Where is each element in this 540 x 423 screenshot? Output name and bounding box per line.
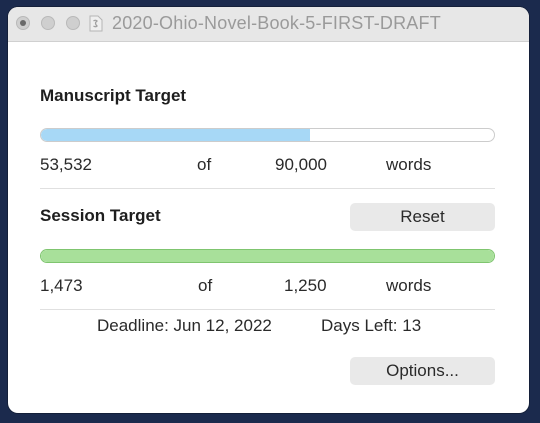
manuscript-target-count: 90,000	[275, 155, 327, 174]
options-button[interactable]: Options...	[350, 357, 495, 385]
window-title: 2020-Ohio-Novel-Book-5-FIRST-DRAFT	[112, 13, 441, 33]
manuscript-current-count: 53,532	[40, 155, 92, 174]
session-target-count: 1,250	[284, 276, 327, 295]
session-of-label: of	[198, 276, 213, 295]
project-targets-window: 2020-Ohio-Novel-Book-5-FIRST-DRAFT Manus…	[8, 7, 529, 413]
minimize-button[interactable]	[41, 16, 55, 30]
close-button[interactable]	[16, 16, 30, 30]
reset-button[interactable]: Reset	[350, 203, 495, 231]
manuscript-progress-bar	[40, 128, 495, 142]
session-progress-bar	[40, 249, 495, 263]
days-left-text: Days Left: 13	[321, 316, 422, 335]
document-icon	[89, 15, 103, 32]
title-bar[interactable]: 2020-Ohio-Novel-Book-5-FIRST-DRAFT	[8, 7, 529, 42]
footer-divider	[40, 309, 495, 310]
session-unit-label: words	[386, 276, 432, 295]
session-progress-fill	[41, 250, 494, 262]
zoom-button[interactable]	[66, 16, 80, 30]
manuscript-of-label: of	[197, 155, 212, 174]
deadline-text: Deadline: Jun 12, 2022	[97, 316, 272, 335]
session-current-count: 1,473	[40, 276, 83, 295]
targets-panel: Manuscript Target 53,532 of 90,000 words…	[8, 42, 529, 413]
manuscript-unit-label: words	[386, 155, 432, 174]
manuscript-target-heading: Manuscript Target	[40, 86, 187, 105]
section-divider	[40, 188, 495, 189]
manuscript-progress-fill	[41, 129, 311, 141]
session-target-heading: Session Target	[40, 206, 161, 225]
